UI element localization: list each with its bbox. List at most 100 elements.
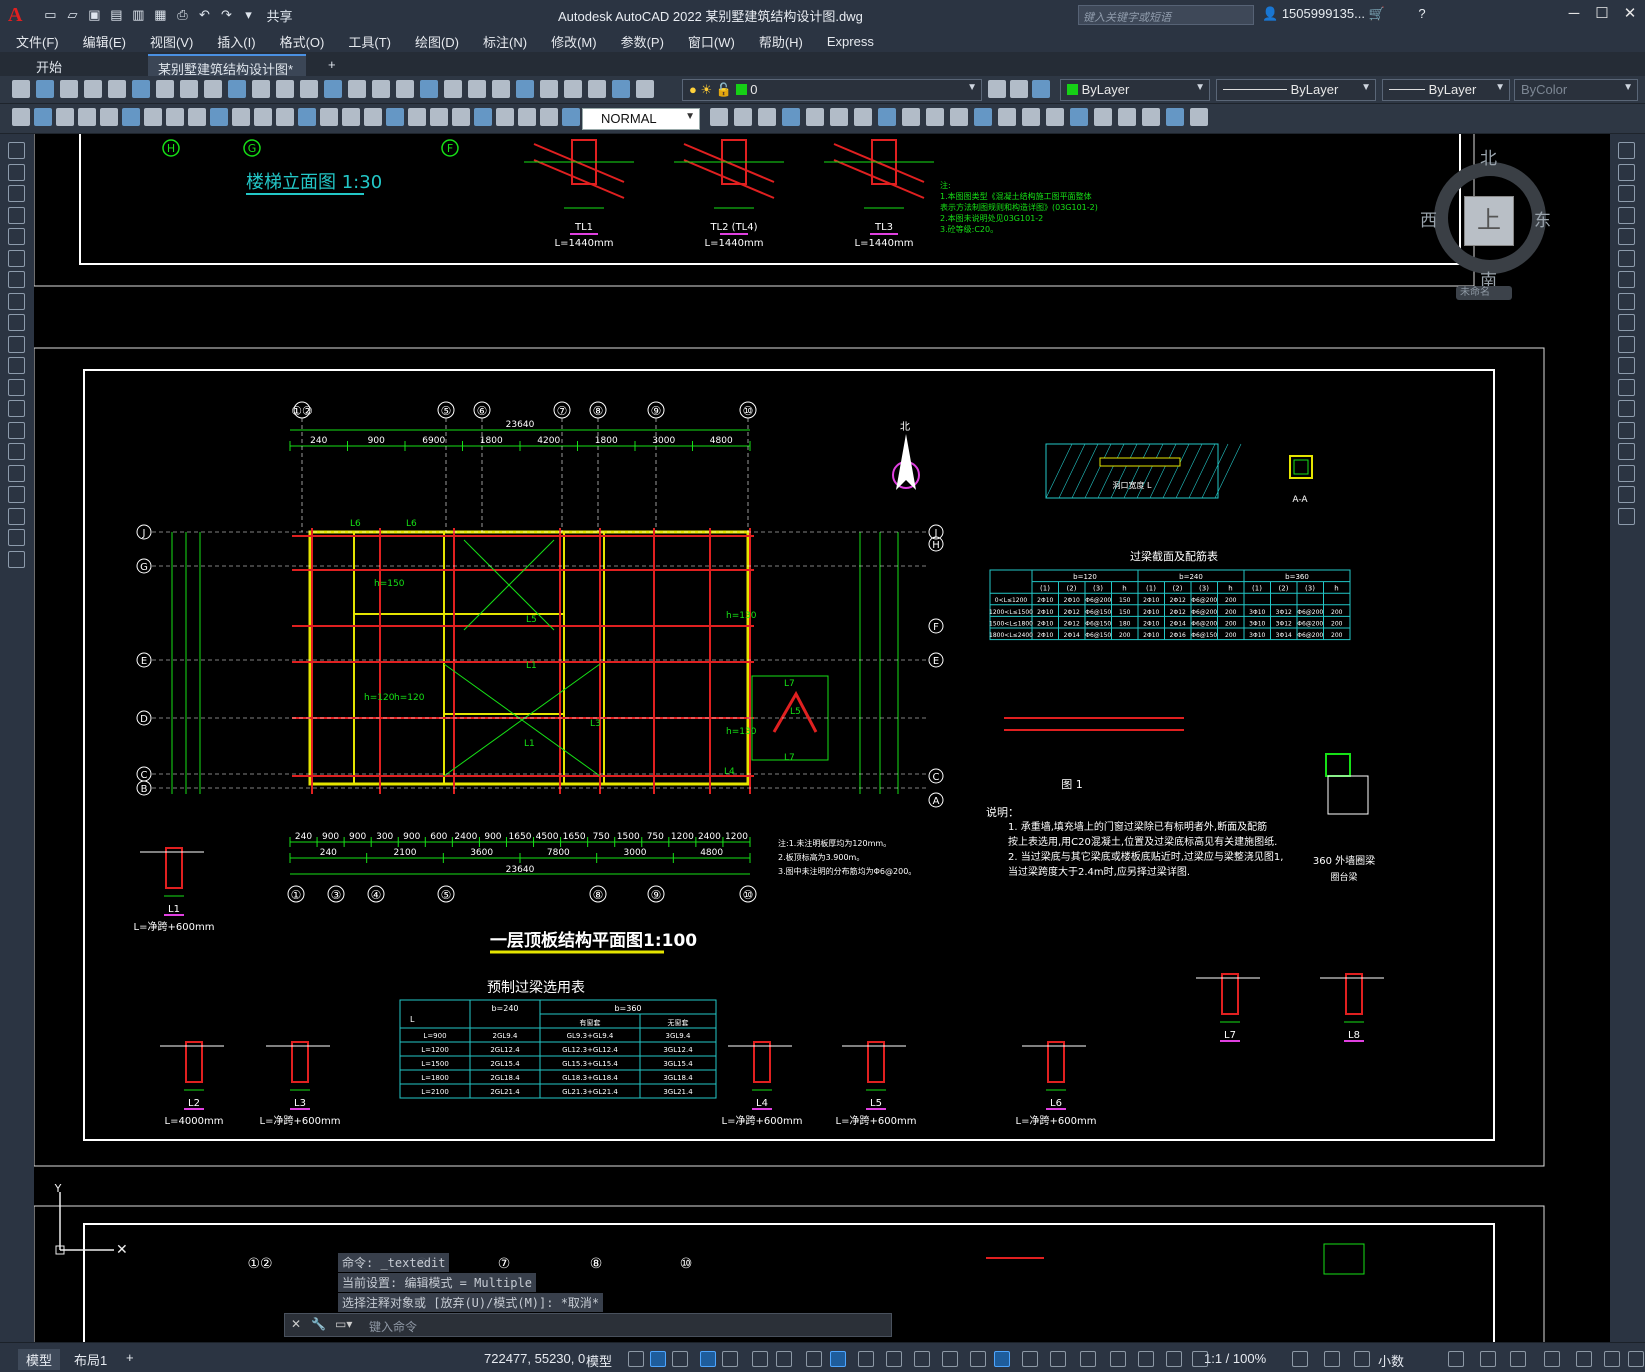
dimension-tool-icon[interactable]	[430, 108, 448, 126]
dimension-tool-icon[interactable]	[854, 108, 872, 126]
modify-tool-icon[interactable]	[1618, 142, 1635, 159]
draw-tool-icon[interactable]	[8, 486, 25, 503]
dimension-tool-icon[interactable]	[1094, 108, 1112, 126]
menu-item[interactable]: 格式(O)	[280, 32, 325, 51]
tab-layout1[interactable]: 布局1	[66, 1349, 115, 1370]
standard-tool-icon[interactable]	[204, 80, 222, 98]
close-icon[interactable]: ✕	[1618, 3, 1642, 25]
menu-item[interactable]: 视图(V)	[150, 32, 193, 51]
standard-tool-icon[interactable]	[636, 80, 654, 98]
plot-icon[interactable]: ⎙	[172, 5, 192, 25]
status-toggle-icon[interactable]	[628, 1351, 644, 1367]
menu-item[interactable]: 绘图(D)	[415, 32, 459, 51]
menu-item[interactable]: 插入(I)	[217, 32, 255, 51]
status-toggle-icon[interactable]	[722, 1351, 738, 1367]
menu-item[interactable]: 参数(P)	[621, 32, 664, 51]
modify-tool-icon[interactable]	[1618, 271, 1635, 288]
draw-tool-icon[interactable]	[8, 357, 25, 374]
customize-icon[interactable]: 🔧	[311, 1317, 326, 1331]
status-toggle-icon[interactable]	[1022, 1351, 1038, 1367]
status-toggle-icon[interactable]	[1480, 1351, 1496, 1367]
status-toggle-icon[interactable]	[1138, 1351, 1154, 1367]
dimension-tool-icon[interactable]	[518, 108, 536, 126]
modify-tool-icon[interactable]	[1618, 292, 1635, 310]
standard-tool-icon[interactable]	[180, 80, 198, 98]
draw-tool-icon[interactable]	[8, 142, 25, 159]
menu-item[interactable]: 帮助(H)	[759, 32, 803, 51]
standard-tool-icon[interactable]	[156, 80, 174, 98]
modify-tool-icon[interactable]	[1618, 206, 1635, 224]
dimension-tool-icon[interactable]	[950, 108, 968, 126]
standard-tool-icon[interactable]	[108, 80, 126, 98]
units-readout[interactable]: 小数	[1378, 1351, 1404, 1370]
maximize-icon[interactable]: ☐	[1590, 3, 1614, 25]
compass-east[interactable]: 东	[1534, 206, 1551, 231]
modify-tool-icon[interactable]	[1618, 486, 1635, 503]
standard-tool-icon[interactable]	[420, 80, 438, 98]
status-toggle-icon[interactable]	[914, 1351, 930, 1367]
dimension-tool-icon[interactable]	[122, 108, 140, 126]
standard-tool-icon[interactable]	[988, 80, 1006, 98]
customize-qat-icon[interactable]: ▾	[238, 5, 258, 25]
dimension-tool-icon[interactable]	[34, 108, 52, 126]
dimension-tool-icon[interactable]	[758, 108, 776, 126]
search-input[interactable]: 键入关键字或短语	[1078, 5, 1254, 25]
status-toggle-icon[interactable]	[1110, 1351, 1126, 1367]
draw-tool-icon[interactable]	[8, 421, 25, 439]
dimension-tool-icon[interactable]	[806, 108, 824, 126]
status-toggle-icon[interactable]	[994, 1351, 1010, 1367]
dimension-tool-icon[interactable]	[1190, 108, 1208, 126]
minimize-icon[interactable]: ─	[1562, 3, 1586, 25]
status-toggle-icon[interactable]	[886, 1351, 902, 1367]
dimension-tool-icon[interactable]	[496, 108, 514, 126]
dimension-tool-icon[interactable]	[78, 108, 96, 126]
dimension-tool-icon[interactable]	[1142, 108, 1160, 126]
open-web-icon[interactable]: ▥	[128, 5, 148, 25]
draw-tool-icon[interactable]	[8, 314, 25, 331]
draw-tool-icon[interactable]	[8, 529, 25, 546]
modify-tool-icon[interactable]	[1618, 357, 1635, 374]
standard-tool-icon[interactable]	[372, 80, 390, 98]
draw-tool-icon[interactable]	[8, 228, 25, 245]
status-toggle-icon[interactable]	[752, 1351, 768, 1367]
status-toggle-icon[interactable]	[1604, 1351, 1620, 1367]
dimension-tool-icon[interactable]	[1046, 108, 1064, 126]
dimension-tool-icon[interactable]	[974, 108, 992, 126]
dimension-tool-icon[interactable]	[232, 108, 250, 126]
standard-tool-icon[interactable]	[12, 80, 30, 98]
modify-tool-icon[interactable]	[1618, 507, 1635, 525]
modify-tool-icon[interactable]	[1618, 314, 1635, 331]
standard-tool-icon[interactable]	[396, 80, 414, 98]
modify-tool-icon[interactable]	[1618, 249, 1635, 267]
linetype-dropdown[interactable]: ByLayer ▼	[1216, 79, 1376, 101]
menu-item[interactable]: 标注(N)	[483, 32, 527, 51]
draw-tool-icon[interactable]	[8, 464, 25, 482]
draw-tool-icon[interactable]	[8, 271, 25, 288]
standard-tool-icon[interactable]	[60, 80, 78, 98]
dimension-tool-icon[interactable]	[1118, 108, 1136, 126]
open-file-icon[interactable]: ▱	[62, 5, 82, 25]
save-as-icon[interactable]: ▤	[106, 5, 126, 25]
standard-tool-icon[interactable]	[300, 80, 318, 98]
menu-item[interactable]: 编辑(E)	[83, 32, 126, 51]
standard-tool-icon[interactable]	[612, 80, 630, 98]
status-toggle-icon[interactable]	[700, 1351, 716, 1367]
compass-north[interactable]: 北	[1480, 144, 1497, 169]
dimension-tool-icon[interactable]	[254, 108, 272, 126]
save-icon[interactable]: ▣	[84, 5, 104, 25]
dimension-tool-icon[interactable]	[452, 108, 470, 126]
menu-item[interactable]: 文件(F)	[16, 32, 59, 51]
standard-tool-icon[interactable]	[492, 80, 510, 98]
draw-tool-icon[interactable]	[8, 206, 25, 224]
status-toggle-icon[interactable]	[776, 1351, 792, 1367]
standard-tool-icon[interactable]	[252, 80, 270, 98]
standard-tool-icon[interactable]	[444, 80, 462, 98]
dimension-tool-icon[interactable]	[386, 108, 404, 126]
model-space-button[interactable]: 模型	[586, 1351, 612, 1370]
dimension-tool-icon[interactable]	[1166, 108, 1184, 126]
standard-tool-icon[interactable]	[564, 80, 582, 98]
standard-tool-icon[interactable]	[1010, 80, 1028, 98]
standard-tool-icon[interactable]	[276, 80, 294, 98]
draw-tool-icon[interactable]	[8, 185, 25, 202]
dimension-tool-icon[interactable]	[830, 108, 848, 126]
